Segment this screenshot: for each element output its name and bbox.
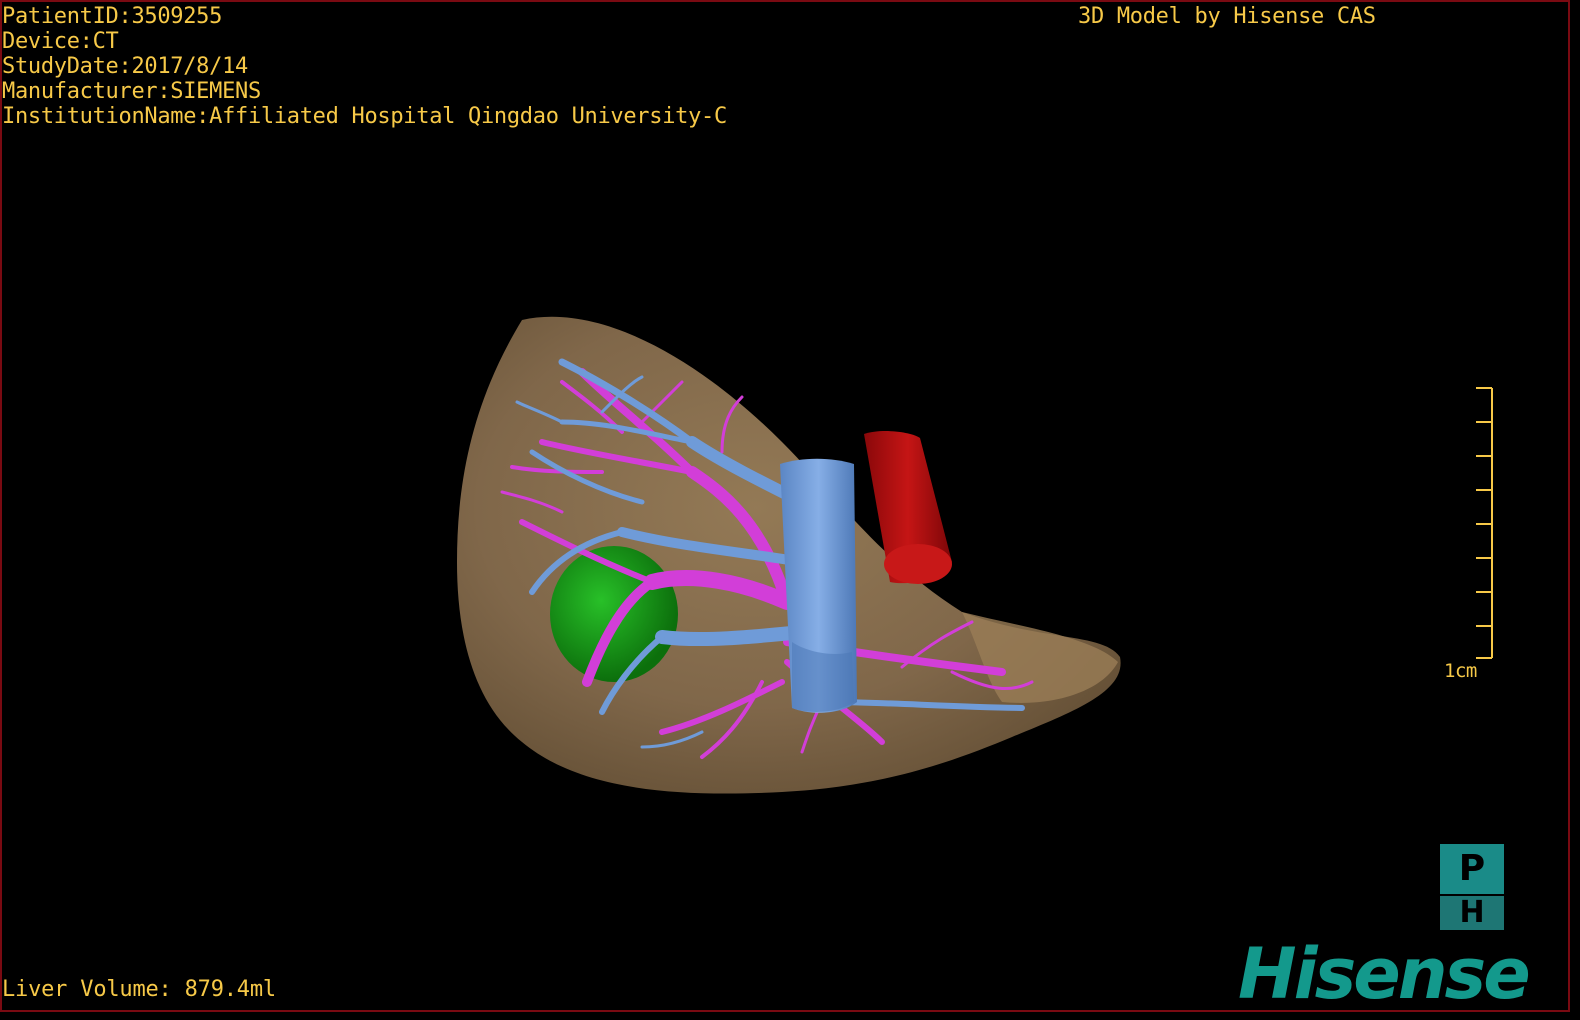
study-date: StudyDate:2017/8/14 xyxy=(2,54,248,79)
model-credit: 3D Model by Hisense CAS xyxy=(1078,4,1376,29)
device: Device:CT xyxy=(2,29,119,54)
render-viewport[interactable]: PatientID:3509255 Device:CT StudyDate:20… xyxy=(0,0,1570,1012)
orientation-cube[interactable]: P H xyxy=(1440,844,1504,930)
scale-ruler xyxy=(1476,387,1493,659)
patient-id: PatientID:3509255 xyxy=(2,4,223,29)
scale-label: 1cm xyxy=(1444,660,1477,682)
institution-name: InstitutionName:Affiliated Hospital Qing… xyxy=(2,104,727,129)
hisense-logo: Hisense xyxy=(1238,933,1531,1012)
orientation-head-label: H xyxy=(1440,896,1504,930)
manufacturer: Manufacturer:SIEMENS xyxy=(2,79,261,104)
orientation-posterior-label: P xyxy=(1440,844,1504,894)
liver-volume-readout: Liver Volume: 879.4ml xyxy=(2,977,276,1002)
aorta-cut-end xyxy=(884,544,952,584)
dicom-info-overlay: PatientID:3509255 Device:CT StudyDate:20… xyxy=(2,4,727,129)
liver-3d-model[interactable] xyxy=(2,2,1568,1010)
